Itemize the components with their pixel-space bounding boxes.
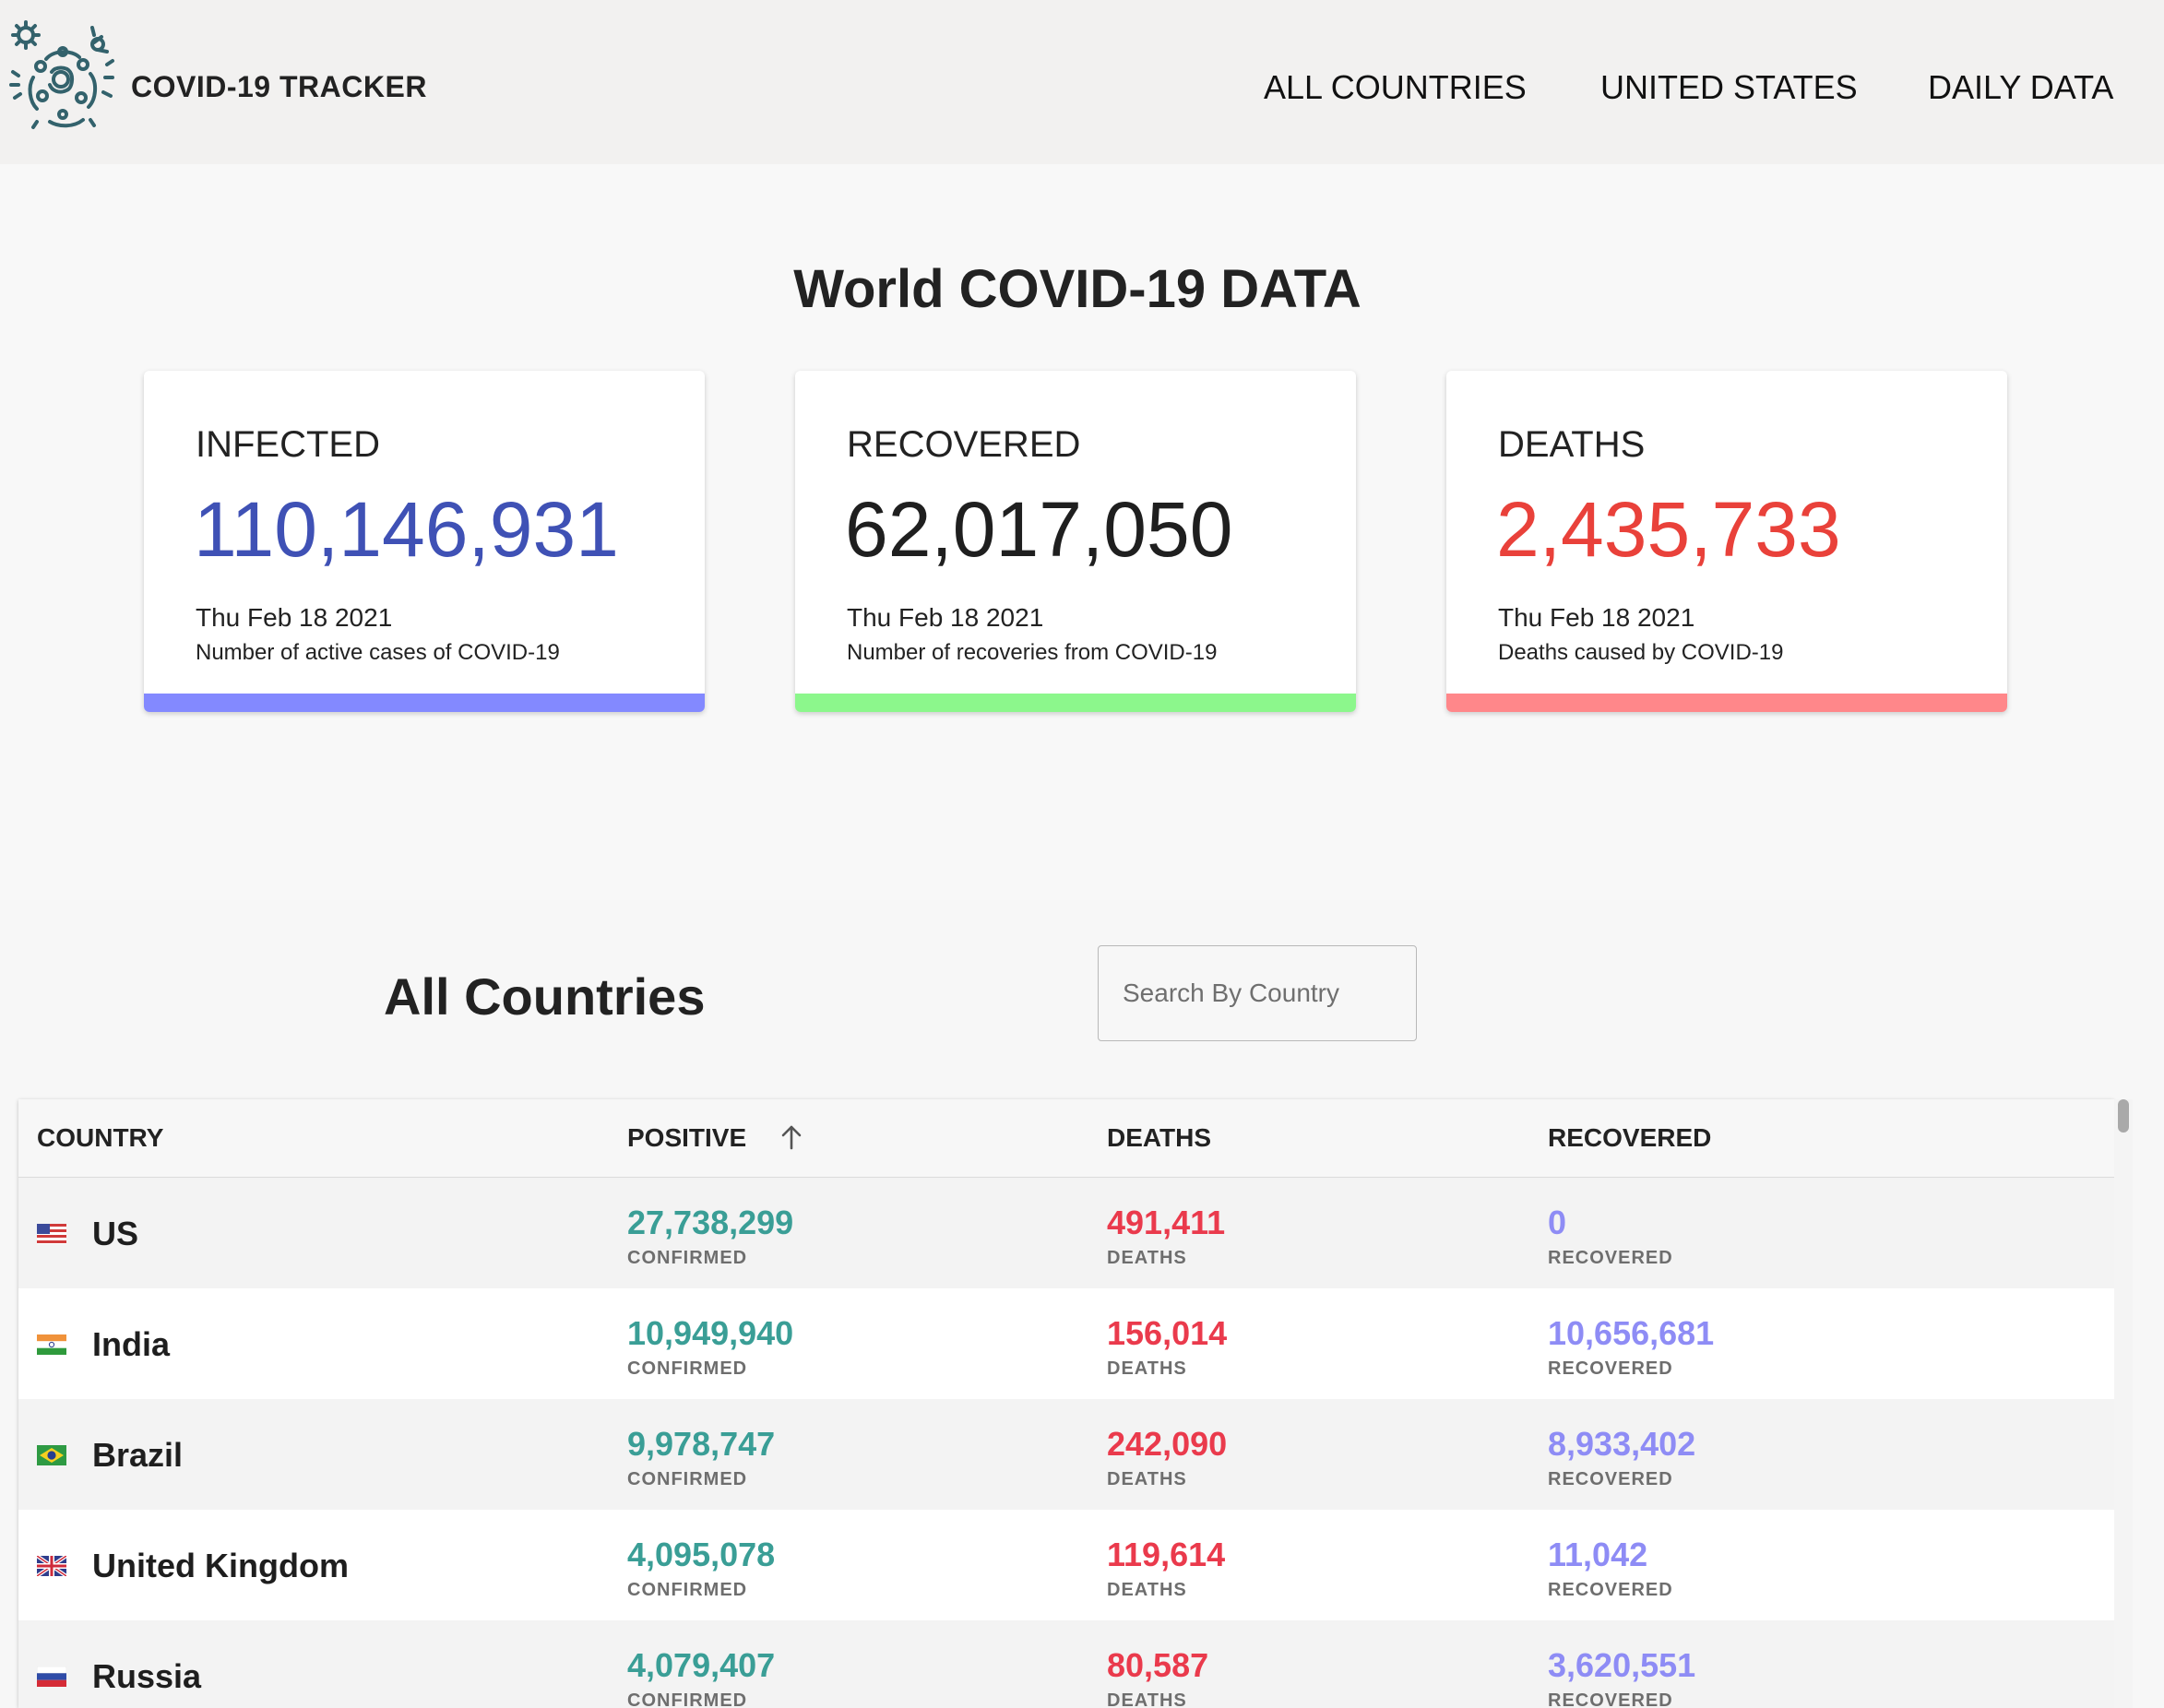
uk-flag-icon xyxy=(37,1556,66,1576)
nav-united-states[interactable]: UNITED STATES xyxy=(1600,68,1858,107)
recovered-value: 11,042 xyxy=(1548,1536,1648,1573)
card-date: Thu Feb 18 2021 xyxy=(847,603,1044,632)
positive-label: CONFIRMED xyxy=(627,1690,748,1708)
table-row[interactable]: US 27,738,299 CONFIRMED 491,411 DEATHS 0… xyxy=(18,1178,2114,1289)
deaths-value: 242,090 xyxy=(1107,1425,1228,1463)
countries-table: COUNTRY POSITIVE DEATHS RECOVERED US 27,… xyxy=(18,1099,2114,1708)
table-header: COUNTRY POSITIVE DEATHS RECOVERED xyxy=(18,1099,2114,1178)
positive-label: CONFIRMED xyxy=(627,1248,748,1268)
country-name: Russia xyxy=(92,1657,202,1695)
scrollbar-thumb[interactable] xyxy=(2118,1099,2129,1133)
card-accent-bar xyxy=(1446,694,2007,712)
deaths-card: DEATHS 2,435,733 Thu Feb 18 2021 Deaths … xyxy=(1446,371,2007,712)
nav-daily-data[interactable]: DAILY DATA xyxy=(1928,68,2113,107)
recovered-label: RECOVERED xyxy=(1548,1358,1673,1379)
recovered-label: RECOVERED xyxy=(1548,1469,1673,1489)
country-search-input[interactable] xyxy=(1098,945,1417,1041)
table-scrollbar[interactable] xyxy=(2114,1099,2133,1708)
table-row[interactable]: Russia 4,079,407 CONFIRMED 80,587 DEATHS… xyxy=(18,1620,2114,1708)
card-description: Number of active cases of COVID-19 xyxy=(196,640,560,665)
card-description: Number of recoveries from COVID-19 xyxy=(847,640,1218,665)
top-navbar: COVID-19 TRACKER ALL COUNTRIES UNITED ST… xyxy=(0,0,2164,164)
recovered-value: 0 xyxy=(1548,1204,1567,1241)
infected-card: INFECTED 110,146,931 Thu Feb 18 2021 Num… xyxy=(144,371,705,712)
column-header-positive[interactable]: POSITIVE xyxy=(627,1123,746,1153)
deaths-label: DEATHS xyxy=(1107,1248,1187,1268)
card-value: 2,435,733 xyxy=(1496,486,1841,573)
positive-value: 9,978,747 xyxy=(627,1425,776,1463)
deaths-label: DEATHS xyxy=(1107,1580,1187,1600)
russia-flag-icon xyxy=(37,1666,66,1687)
card-date: Thu Feb 18 2021 xyxy=(1498,603,1695,632)
card-accent-bar xyxy=(144,694,705,712)
card-label: INFECTED xyxy=(196,424,380,465)
positive-value: 4,079,407 xyxy=(627,1646,776,1684)
recovered-value: 10,656,681 xyxy=(1548,1314,1715,1352)
arrow-up-icon[interactable] xyxy=(779,1123,804,1151)
card-accent-bar xyxy=(795,694,1356,712)
deaths-value: 119,614 xyxy=(1107,1536,1226,1573)
positive-value: 10,949,940 xyxy=(627,1314,794,1352)
nav-all-countries[interactable]: ALL COUNTRIES xyxy=(1264,68,1527,107)
recovered-label: RECOVERED xyxy=(1548,1248,1673,1268)
positive-value: 27,738,299 xyxy=(627,1204,794,1241)
deaths-value: 491,411 xyxy=(1107,1204,1226,1241)
deaths-label: DEATHS xyxy=(1107,1358,1187,1379)
card-description: Deaths caused by COVID-19 xyxy=(1498,640,1784,665)
world-summary-section: World COVID-19 DATA INFECTED 110,146,931… xyxy=(0,164,2164,900)
country-name: United Kingdom xyxy=(92,1547,349,1584)
deaths-value: 156,014 xyxy=(1107,1314,1228,1352)
card-label: DEATHS xyxy=(1498,424,1646,465)
us-flag-icon xyxy=(37,1224,66,1244)
brazil-flag-icon xyxy=(37,1445,66,1465)
recovered-label: RECOVERED xyxy=(1548,1580,1673,1600)
all-countries-title: All Countries xyxy=(384,967,706,1026)
column-header-recovered[interactable]: RECOVERED xyxy=(1548,1123,1711,1153)
column-header-country[interactable]: COUNTRY xyxy=(37,1123,163,1153)
positive-label: CONFIRMED xyxy=(627,1469,748,1489)
card-value: 110,146,931 xyxy=(194,486,619,573)
table-row[interactable]: United Kingdom 4,095,078 CONFIRMED 119,6… xyxy=(18,1510,2114,1621)
india-flag-icon xyxy=(37,1334,66,1355)
positive-label: CONFIRMED xyxy=(627,1358,748,1379)
table-row[interactable]: Brazil 9,978,747 CONFIRMED 242,090 DEATH… xyxy=(18,1399,2114,1511)
recovered-value: 3,620,551 xyxy=(1548,1646,1696,1684)
recovered-label: RECOVERED xyxy=(1548,1690,1673,1708)
column-header-deaths[interactable]: DEATHS xyxy=(1107,1123,1211,1153)
country-name: US xyxy=(92,1215,139,1252)
deaths-label: DEATHS xyxy=(1107,1690,1187,1708)
deaths-value: 80,587 xyxy=(1107,1646,1209,1684)
recovered-value: 8,933,402 xyxy=(1548,1425,1696,1463)
positive-value: 4,095,078 xyxy=(627,1536,776,1573)
positive-label: CONFIRMED xyxy=(627,1580,748,1600)
recovered-card: RECOVERED 62,017,050 Thu Feb 18 2021 Num… xyxy=(795,371,1356,712)
country-name: Brazil xyxy=(92,1436,184,1474)
card-date: Thu Feb 18 2021 xyxy=(196,603,393,632)
card-label: RECOVERED xyxy=(847,424,1081,465)
table-row[interactable]: India 10,949,940 CONFIRMED 156,014 DEATH… xyxy=(18,1288,2114,1400)
virus-logo-icon xyxy=(9,20,114,129)
brand-title[interactable]: COVID-19 TRACKER xyxy=(131,70,427,104)
world-title: World COVID-19 DATA xyxy=(793,259,1361,319)
deaths-label: DEATHS xyxy=(1107,1469,1187,1489)
country-name: India xyxy=(92,1325,171,1363)
card-value: 62,017,050 xyxy=(845,486,1233,573)
